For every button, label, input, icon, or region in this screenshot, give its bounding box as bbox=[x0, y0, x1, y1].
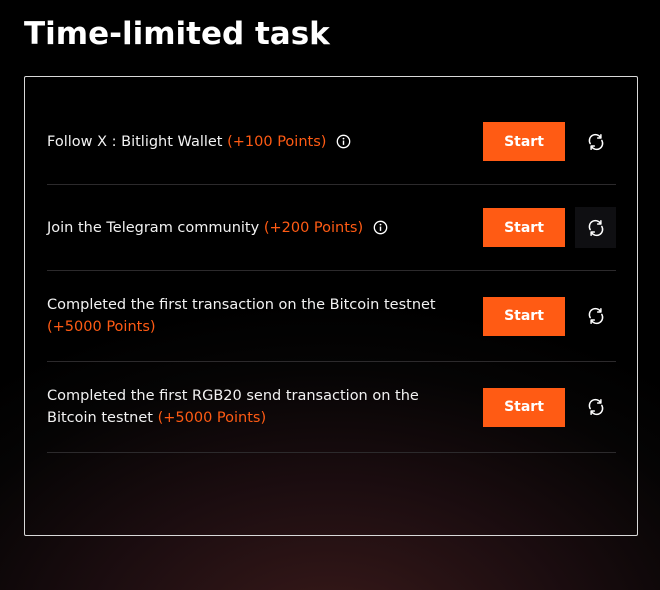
start-button[interactable]: Start bbox=[483, 122, 565, 161]
info-icon[interactable] bbox=[336, 134, 351, 149]
task-row: Completed the first RGB20 send transacti… bbox=[47, 362, 616, 453]
task-description: Join the Telegram community (+200 Points… bbox=[47, 217, 483, 239]
task-panel: Follow X : Bitlight Wallet (+100 Points)… bbox=[24, 76, 638, 536]
task-description: Follow X : Bitlight Wallet (+100 Points) bbox=[47, 131, 483, 153]
refresh-button[interactable] bbox=[575, 296, 616, 337]
refresh-button[interactable] bbox=[575, 207, 616, 248]
refresh-icon bbox=[588, 307, 603, 325]
task-label: Completed the first transaction on the B… bbox=[47, 297, 436, 313]
task-description: Completed the first RGB20 send transacti… bbox=[47, 385, 483, 429]
start-button[interactable]: Start bbox=[483, 208, 565, 247]
refresh-icon bbox=[588, 219, 603, 236]
start-button[interactable]: Start bbox=[483, 387, 565, 427]
task-points: (+200 Points) bbox=[263, 219, 364, 236]
task-row: Completed the first transaction on the B… bbox=[47, 271, 616, 362]
task-points: (+100 Points) bbox=[227, 133, 327, 150]
page-title: Time-limited task bbox=[24, 16, 330, 52]
task-points: (+5000 Points) bbox=[157, 410, 267, 426]
refresh-button[interactable] bbox=[575, 121, 616, 162]
info-icon[interactable] bbox=[373, 220, 388, 235]
refresh-icon bbox=[588, 398, 603, 416]
start-button[interactable]: Start bbox=[483, 296, 565, 336]
task-label: Join the Telegram community bbox=[47, 219, 260, 236]
task-description: Completed the first transaction on the B… bbox=[47, 294, 483, 338]
task-row: Follow X : Bitlight Wallet (+100 Points)… bbox=[47, 99, 616, 185]
refresh-button[interactable] bbox=[575, 387, 616, 428]
refresh-icon bbox=[588, 133, 603, 150]
task-label: Follow X : Bitlight Wallet bbox=[47, 133, 223, 150]
task-row: Join the Telegram community (+200 Points… bbox=[47, 185, 616, 271]
task-points: (+5000 Points) bbox=[47, 319, 156, 335]
